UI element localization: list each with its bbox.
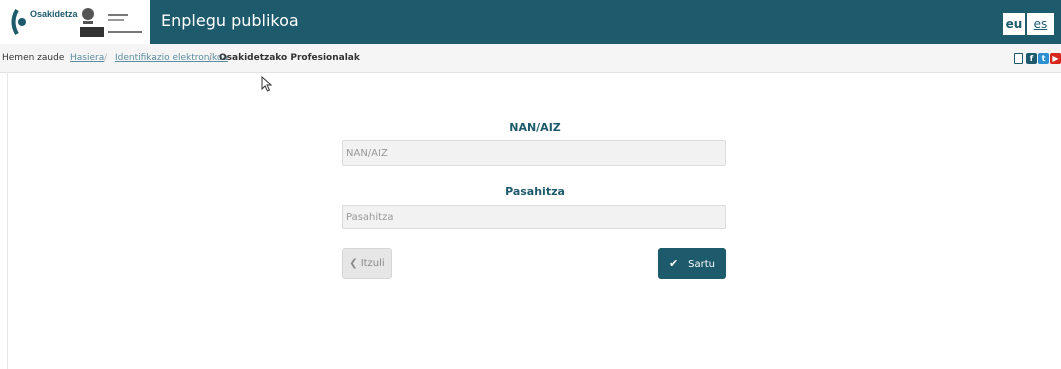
submit-button[interactable]: ✔ Sartu — [658, 248, 726, 279]
breadcrumb-separator: / — [209, 53, 213, 63]
back-button[interactable]: ❮ Itzuli — [342, 248, 392, 279]
lang-eu-button[interactable]: eu — [1003, 13, 1025, 35]
facebook-icon[interactable]: f — [1026, 53, 1037, 64]
password-input[interactable] — [342, 205, 726, 229]
youtube-icon[interactable]: ▶ — [1050, 53, 1061, 64]
mobile-icon[interactable] — [1014, 53, 1023, 64]
page-title: Enplegu publikoa — [161, 11, 299, 30]
logo-area[interactable]: Osakidetza — [0, 0, 150, 44]
osakidetza-logo-icon — [11, 8, 26, 36]
username-label: NAN/AIZ — [509, 121, 561, 134]
org-name: Osakidetza — [30, 9, 78, 19]
twitter-icon[interactable]: t — [1038, 53, 1049, 64]
check-icon: ✔ — [668, 257, 679, 270]
top-header: Osakidetza Enplegu publikoa eu es — [0, 0, 1061, 44]
password-label: Pasahitza — [505, 185, 565, 198]
breadcrumb-prefix: Hemen zaude — [2, 53, 65, 63]
chevron-left-icon: ❮ — [349, 258, 358, 269]
submit-button-label: Sartu — [688, 259, 716, 270]
breadcrumb: Hemen zaude Hasiera / Identifikazio elek… — [0, 44, 1061, 73]
government-seal-icon — [80, 8, 142, 37]
breadcrumb-home-link[interactable]: Hasiera — [70, 44, 104, 72]
divider — [7, 72, 8, 369]
breadcrumb-separator: / — [104, 53, 108, 63]
breadcrumb-current: Osakidetzako Profesionalak — [219, 53, 360, 63]
back-button-label: Itzuli — [360, 258, 385, 269]
lang-es-link[interactable]: es — [1027, 13, 1054, 35]
username-input[interactable] — [342, 140, 726, 166]
mouse-cursor-icon — [261, 76, 273, 92]
